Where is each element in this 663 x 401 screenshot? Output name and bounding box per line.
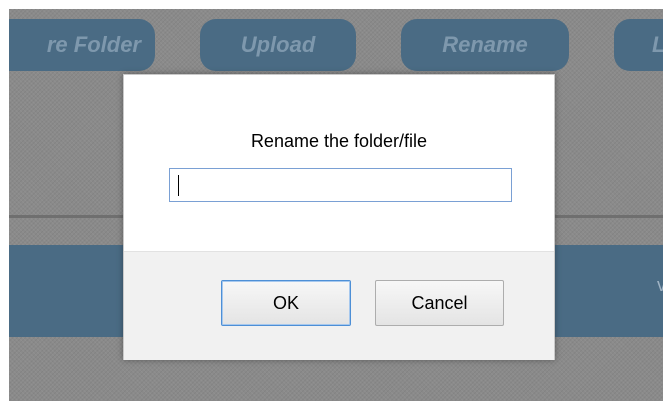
ok-button[interactable]: OK [221,280,351,326]
header-edge-glyph: v [657,275,663,295]
rename-input[interactable] [169,168,512,202]
rename-button[interactable]: Rename [401,19,569,71]
rename-dialog: Rename the folder/file OK Cancel [123,74,555,360]
dialog-title: Rename the folder/file [250,131,428,151]
page: re Folder Upload Rename L v Rename the f… [0,0,663,401]
text-caret [178,175,179,196]
cancel-button[interactable]: Cancel [375,280,504,326]
toolbar-button-partial[interactable]: L [614,19,663,71]
upload-button[interactable]: Upload [200,19,356,71]
new-folder-button[interactable]: re Folder [9,19,155,71]
dialog-footer: OK Cancel [124,251,554,360]
